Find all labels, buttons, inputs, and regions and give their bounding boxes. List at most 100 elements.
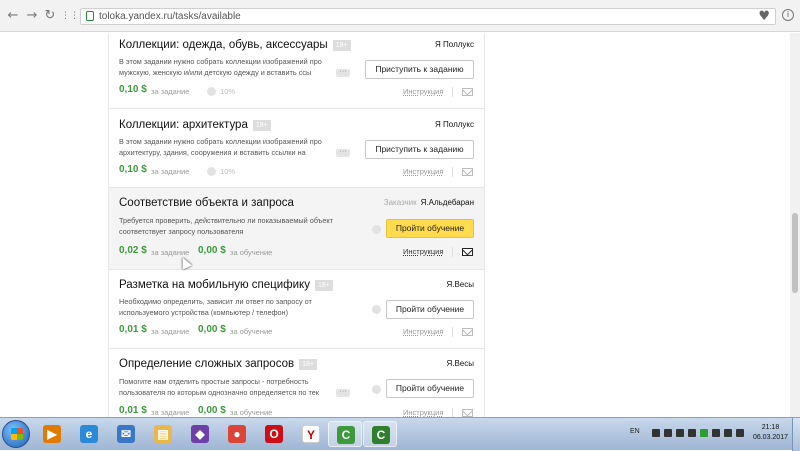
apps-grid-icon[interactable]: ⋮⋮ — [61, 9, 79, 23]
taskbar-app-button[interactable]: ▤ — [146, 421, 180, 447]
taskbar-app-button[interactable]: Y — [294, 421, 328, 447]
age-badge: 18+ — [299, 359, 317, 370]
back-arrow-icon[interactable]: ← — [6, 9, 20, 23]
divider — [452, 247, 453, 257]
vertical-scrollbar[interactable] — [790, 33, 800, 417]
forward-arrow-icon[interactable]: → — [25, 9, 39, 23]
description-line: мужскую, женскую и/или детскую одежду и … — [119, 68, 312, 77]
task-title[interactable]: Соответствие объекта и запроса — [119, 197, 294, 209]
instruction-link[interactable]: Инструкция — [403, 327, 443, 336]
description-line: соответствует запросу пользователя — [119, 227, 244, 236]
taskbar-app-button[interactable]: ✉ — [109, 421, 143, 447]
start-button[interactable] — [2, 420, 30, 448]
requester-label: Я.Весы — [446, 359, 474, 368]
task-description: В этом задании нужно собрать коллекции и… — [119, 56, 344, 78]
system-clock[interactable]: 21:18 06.03.2017 — [753, 423, 788, 443]
address-bar[interactable]: toloka.yandex.ru/tasks/available — [80, 8, 776, 25]
description-line: используемого устройства (компьютер / те… — [119, 308, 289, 317]
training-price-label: за обучение — [230, 408, 273, 417]
windows-logo-icon — [11, 428, 23, 440]
taskbar-app-button[interactable]: ▶ — [35, 421, 69, 447]
age-badge: 18+ — [252, 120, 271, 131]
mail-icon: ✉ — [117, 425, 135, 443]
taskbar-app-button[interactable]: O — [257, 421, 291, 447]
instruction-link[interactable]: Инструкция — [403, 408, 443, 417]
progress-icon — [207, 87, 216, 96]
taskbar-app-button[interactable]: e — [72, 421, 106, 447]
tray-icon[interactable] — [700, 429, 708, 437]
start-training-button[interactable]: Пройти обучение — [386, 219, 474, 238]
lock-icon — [86, 11, 94, 21]
price-label: за задание — [151, 87, 190, 96]
task-card-highlighted: Соответствие объекта и запроса Заказчик Я… — [109, 188, 484, 270]
requester-label: Я Поллукс — [435, 40, 474, 49]
tray-icon[interactable] — [712, 429, 720, 437]
age-badge: 18+ — [332, 40, 351, 51]
task-title[interactable]: Коллекции: одежда, обувь, аксессуары 18+ — [119, 39, 351, 51]
bookmark-heart-icon[interactable]: ♥ — [758, 9, 770, 24]
divider — [452, 408, 453, 417]
show-desktop-button[interactable] — [792, 418, 800, 451]
requester-label: Я.Альдебаран — [420, 198, 474, 207]
task-title[interactable]: Коллекции: архитектура 18+ — [119, 119, 271, 131]
volume-icon[interactable] — [736, 429, 744, 437]
mail-icon[interactable] — [462, 409, 473, 417]
task-description: Требуется проверить, действительно ли по… — [119, 215, 344, 237]
start-training-button[interactable]: Пройти обучение — [386, 379, 474, 398]
chrome-icon: ● — [228, 425, 246, 443]
mail-icon[interactable] — [462, 168, 473, 176]
task-title[interactable]: Разметка на мобильную специфику 18+ — [119, 279, 333, 291]
price-label: за задание — [151, 167, 190, 176]
instruction-link[interactable]: Инструкция — [403, 167, 443, 176]
taskbar-app-button[interactable]: ● — [220, 421, 254, 447]
task-price: 0,01 $ — [119, 405, 147, 416]
camtasia-icon: C — [337, 426, 355, 444]
taskbar-app-button[interactable]: C — [363, 421, 397, 447]
url-text: toloka.yandex.ru/tasks/available — [99, 11, 241, 22]
status-circle-icon — [372, 305, 381, 314]
clock-time: 21:18 — [761, 424, 780, 431]
requester-name: Я Поллукс — [435, 40, 474, 49]
mail-icon[interactable] — [462, 328, 473, 336]
task-price: 0,10 $ — [119, 84, 147, 95]
info-icon[interactable]: i — [782, 9, 794, 21]
task-price: 0,10 $ — [119, 164, 147, 175]
task-title[interactable]: Определение сложных запросов 18+ — [119, 358, 317, 370]
tray-icon[interactable] — [664, 429, 672, 437]
mail-icon[interactable] — [462, 88, 473, 96]
network-icon[interactable] — [724, 429, 732, 437]
taskbar-app-button[interactable]: C — [328, 421, 362, 447]
language-indicator[interactable]: EN — [630, 428, 640, 435]
tray-icon[interactable] — [676, 429, 684, 437]
description-line: Помогите нам отделить простые запросы - … — [119, 377, 309, 386]
divider — [452, 87, 453, 97]
task-title-text: Разметка на мобильную специфику — [119, 279, 310, 291]
more-description-button[interactable]: ··· — [336, 388, 350, 397]
visual-studio-icon: ◆ — [191, 425, 209, 443]
task-description: В этом задании нужно собрать коллекции и… — [119, 136, 344, 158]
scrollbar-thumb[interactable] — [792, 213, 798, 293]
task-price: 0,02 $ — [119, 245, 147, 256]
progress-icon — [207, 167, 216, 176]
instruction-link[interactable]: Инструкция — [403, 247, 443, 256]
more-description-button[interactable]: ··· — [336, 148, 350, 157]
start-task-button[interactable]: Приступить к заданию — [365, 60, 474, 79]
instruction-link[interactable]: Инструкция — [403, 87, 443, 96]
mail-icon[interactable] — [462, 248, 473, 256]
training-price: 0,00 $ — [198, 245, 226, 256]
requester-label: Я.Весы — [446, 280, 474, 289]
description-line: архитектуру, здания, сооружения и встави… — [119, 148, 306, 157]
task-card: Разметка на мобильную специфику 18+ Я.Вес… — [109, 270, 484, 349]
start-training-button[interactable]: Пройти обучение — [386, 300, 474, 319]
reload-icon[interactable]: ↻ — [43, 9, 57, 23]
task-card: Определение сложных запросов 18+ Я.Весы П… — [109, 349, 484, 417]
page-viewport: Коллекции: одежда, обувь, аксессуары 18+ … — [0, 33, 800, 417]
task-title-text: Соответствие объекта и запроса — [119, 197, 294, 209]
description-line: В этом задании нужно собрать коллекции и… — [119, 137, 322, 146]
more-description-button[interactable]: ··· — [336, 68, 350, 77]
tray-icon[interactable] — [652, 429, 660, 437]
taskbar-app-button[interactable]: ◆ — [183, 421, 217, 447]
description-line: Необходимо определить, зависит ли ответ … — [119, 297, 312, 306]
tray-icon[interactable] — [688, 429, 696, 437]
start-task-button[interactable]: Приступить к заданию — [365, 140, 474, 159]
